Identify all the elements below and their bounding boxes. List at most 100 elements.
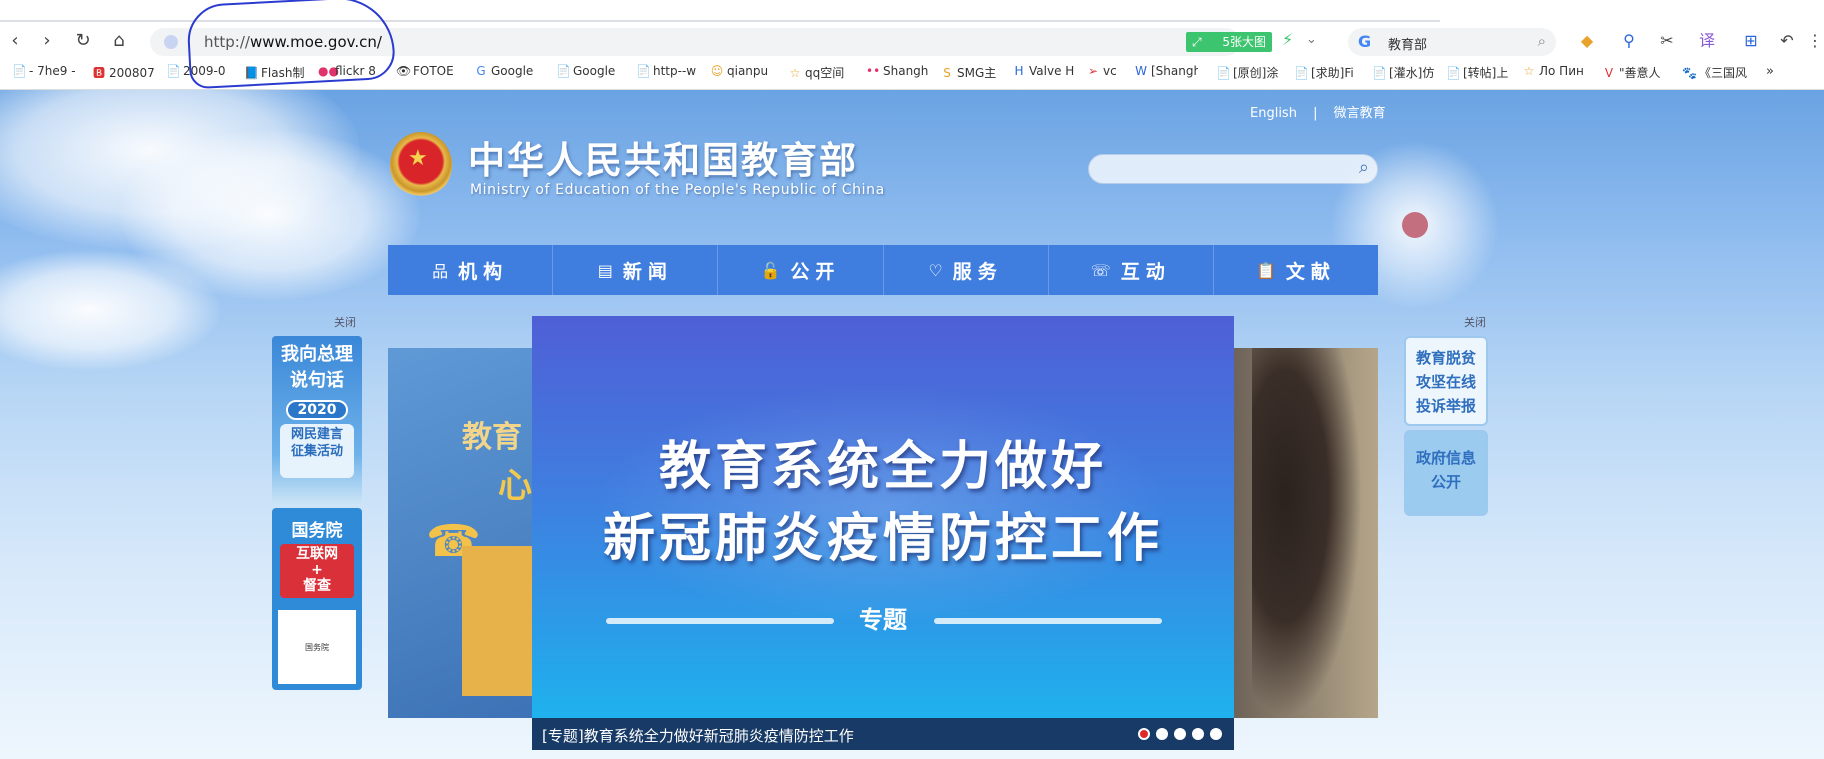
carousel-dot[interactable] — [1138, 728, 1150, 740]
bookmark-item[interactable]: G Google — [474, 64, 540, 82]
carousel-next-slide[interactable] — [1232, 348, 1378, 718]
slide-graphic — [462, 546, 536, 696]
bookmarks-bar: 📄 - 7he9 - 🅱 200807 📄 2009-0 📘 Flash制 ●●flic… — [0, 62, 1824, 84]
magnifier-icon[interactable]: ⚲ — [1618, 30, 1640, 52]
site-search-input[interactable]: ⌕ — [1088, 154, 1378, 184]
bookmark-icon: 👁 — [396, 64, 412, 78]
bookmark-icon: 📄 — [1372, 66, 1387, 80]
lightning-icon[interactable]: ⚡ — [1282, 30, 1293, 49]
browser-chrome: ‹ › ↻ ⌂ http://www.moe.gov.cn/ ⤢ 5张大图 ⚡ ⌄… — [0, 0, 1824, 90]
national-emblem-logo[interactable]: ★ — [390, 132, 452, 198]
carousel-main-slide[interactable]: 教育系统全力做好 新冠肺炎疫情防控工作 专题 — [532, 316, 1234, 718]
heart-icon: ♡ — [928, 260, 943, 280]
reload-icon[interactable]: ↻ — [72, 30, 94, 52]
search-icon[interactable]: ⌕ — [1538, 32, 1546, 50]
carousel-dot[interactable] — [1192, 728, 1204, 740]
slide-headline: 新冠肺炎疫情防控工作 — [602, 509, 1163, 569]
slide-tag: 专题 — [859, 606, 907, 634]
bookmark-icon: G — [476, 64, 486, 78]
home-icon[interactable]: ⌂ — [108, 30, 130, 52]
undo-icon[interactable]: ↶ — [1776, 30, 1798, 52]
bookmark-item[interactable]: ☆ qq空间 — [788, 64, 850, 82]
bookmark-item[interactable]: 🅱 200807 — [92, 64, 156, 82]
site-info-icon[interactable] — [164, 35, 178, 49]
ad-red-text: + — [311, 562, 323, 578]
bookmark-icon: ➢ — [1087, 64, 1099, 78]
carousel-dot[interactable] — [1156, 728, 1168, 740]
nav-item-wenxian[interactable]: 📋 文献 — [1214, 245, 1378, 295]
more-icon[interactable]: ⋮ — [1804, 30, 1824, 52]
bookmark-item[interactable]: 📄 http--w — [636, 64, 698, 82]
carousel-caption[interactable]: [专题]教育系统全力做好新冠肺炎疫情防控工作 — [542, 725, 854, 746]
gov-info-disclosure-ad[interactable]: 政府信息 公开 — [1404, 430, 1488, 516]
back-icon[interactable]: ‹ — [4, 30, 26, 52]
bookmarks-overflow-button[interactable]: » — [1766, 64, 1774, 79]
site-title[interactable]: 中华人民共和国教育部 — [468, 130, 858, 184]
chevron-down-icon[interactable]: ⌄ — [1306, 32, 1317, 47]
nav-item-fuwu[interactable]: ♡ 服务 — [884, 245, 1049, 295]
main-nav: 品机构 ▤ 新闻 🔓 公开 ♡ 服务 ☏ 互动 📋 文献 — [388, 245, 1378, 295]
bookmark-item[interactable]: 📄 Google — [556, 64, 622, 82]
close-left-ads-button[interactable]: 关闭 — [334, 314, 356, 330]
translate-icon[interactable]: 译 — [1696, 30, 1718, 52]
google-icon[interactable]: G — [1358, 32, 1371, 51]
bookmark-icon: 📄 — [1294, 66, 1309, 80]
bookmark-item[interactable]: ●●flickr 8 — [318, 64, 382, 82]
bookmark-item[interactable]: ➢ vc — [1086, 64, 1126, 82]
ad-text: 教育脱贫 — [1415, 349, 1476, 367]
carousel-dot[interactable] — [1210, 728, 1222, 740]
state-council-ad[interactable]: 国务院 互联网 + 督查 国务院 — [272, 508, 362, 690]
weiyan-jiaoyu-link[interactable]: 微言教育 — [1334, 106, 1386, 121]
bookmark-item[interactable]: 📄 - 7he9 - — [12, 64, 84, 82]
forward-icon[interactable]: › — [36, 30, 58, 52]
close-right-ads-button[interactable]: 关闭 — [1464, 314, 1486, 330]
bookmark-item[interactable]: W [Shangh — [1134, 64, 1198, 82]
apps-icon[interactable]: ⊞ — [1740, 30, 1762, 52]
browser-search-text[interactable]: 教育部 — [1388, 34, 1427, 53]
ad-red-text: 督查 — [303, 578, 331, 594]
bookmark-icon: ☺ — [710, 64, 724, 78]
bookmark-item[interactable]: 📄 [灌水]仿 — [1372, 64, 1436, 82]
carousel-prev-slide[interactable]: 教育 心 ☎ — [388, 348, 536, 718]
ad-subtext: 网民建言 — [290, 427, 343, 442]
nav-item-hudong[interactable]: ☏ 互动 — [1049, 245, 1214, 295]
bookmark-icon: 📄 — [1446, 66, 1461, 80]
bookmark-item[interactable]: 🐾 《三国风 — [1682, 64, 1754, 82]
bookmark-item[interactable]: 👁 FOTOE — [396, 64, 460, 82]
nav-item-gongkai[interactable]: 🔓 公开 — [718, 245, 884, 295]
big-image-button[interactable]: ⤢ 5张大图 — [1186, 32, 1272, 52]
bookmark-item[interactable]: H Valve H — [1012, 64, 1074, 82]
carousel-dot[interactable] — [1174, 728, 1186, 740]
shield-icon[interactable]: ◆ — [1576, 30, 1598, 52]
clipboard-icon: 📋 — [1255, 260, 1276, 280]
ad-text: 公开 — [1430, 473, 1461, 491]
poverty-complaint-ad[interactable]: 教育脱贫 攻坚在线 投诉举报 — [1404, 336, 1488, 426]
bookmark-icon: •• — [866, 64, 881, 78]
bookmark-icon: ☆ — [789, 66, 801, 80]
bookmark-item[interactable]: 📄 [原创]涂 — [1216, 64, 1280, 82]
slide-text: 心 — [498, 466, 532, 506]
bookmark-icon: 📄 — [1216, 66, 1231, 80]
bookmark-icon: 📄 — [12, 64, 27, 78]
bookmark-item[interactable]: ☆ Ло Пин — [1522, 64, 1592, 82]
bookmark-item[interactable]: 📄 2009-0 — [166, 64, 232, 82]
bookmark-item[interactable]: 📄 [求助]Fi — [1294, 64, 1358, 82]
ad-text: 投诉举报 — [1415, 397, 1476, 415]
bookmark-item[interactable]: V "善意人 — [1602, 64, 1674, 82]
news-icon: ▤ — [597, 260, 613, 280]
scissors-icon[interactable]: ✂ — [1656, 30, 1678, 52]
carousel-dots — [1138, 728, 1222, 740]
nav-item-xinwen[interactable]: ▤ 新闻 — [553, 245, 719, 295]
bookmark-item[interactable]: 📘 Flash制 — [244, 64, 308, 82]
nav-item-jigou[interactable]: 品机构 — [388, 245, 554, 295]
bookmark-item[interactable]: S SMG主 — [940, 64, 1002, 82]
bookmark-icon: S — [943, 66, 951, 80]
bookmark-item[interactable]: •• Shangh — [866, 64, 928, 82]
browser-search-box[interactable]: G 教育部 ⌕ — [1348, 28, 1556, 56]
ad-subtext: 征集活动 — [290, 444, 343, 459]
english-link[interactable]: English — [1250, 106, 1297, 121]
slide-headline: 教育系统全力做好 — [658, 437, 1107, 497]
premier-feedback-ad[interactable]: 我向总理 说句话 2020 网民建言 征集活动 — [272, 336, 362, 506]
bookmark-item[interactable]: 📄 [转帖]上 — [1446, 64, 1510, 82]
bookmark-item[interactable]: ☺ qianpu — [710, 64, 772, 82]
